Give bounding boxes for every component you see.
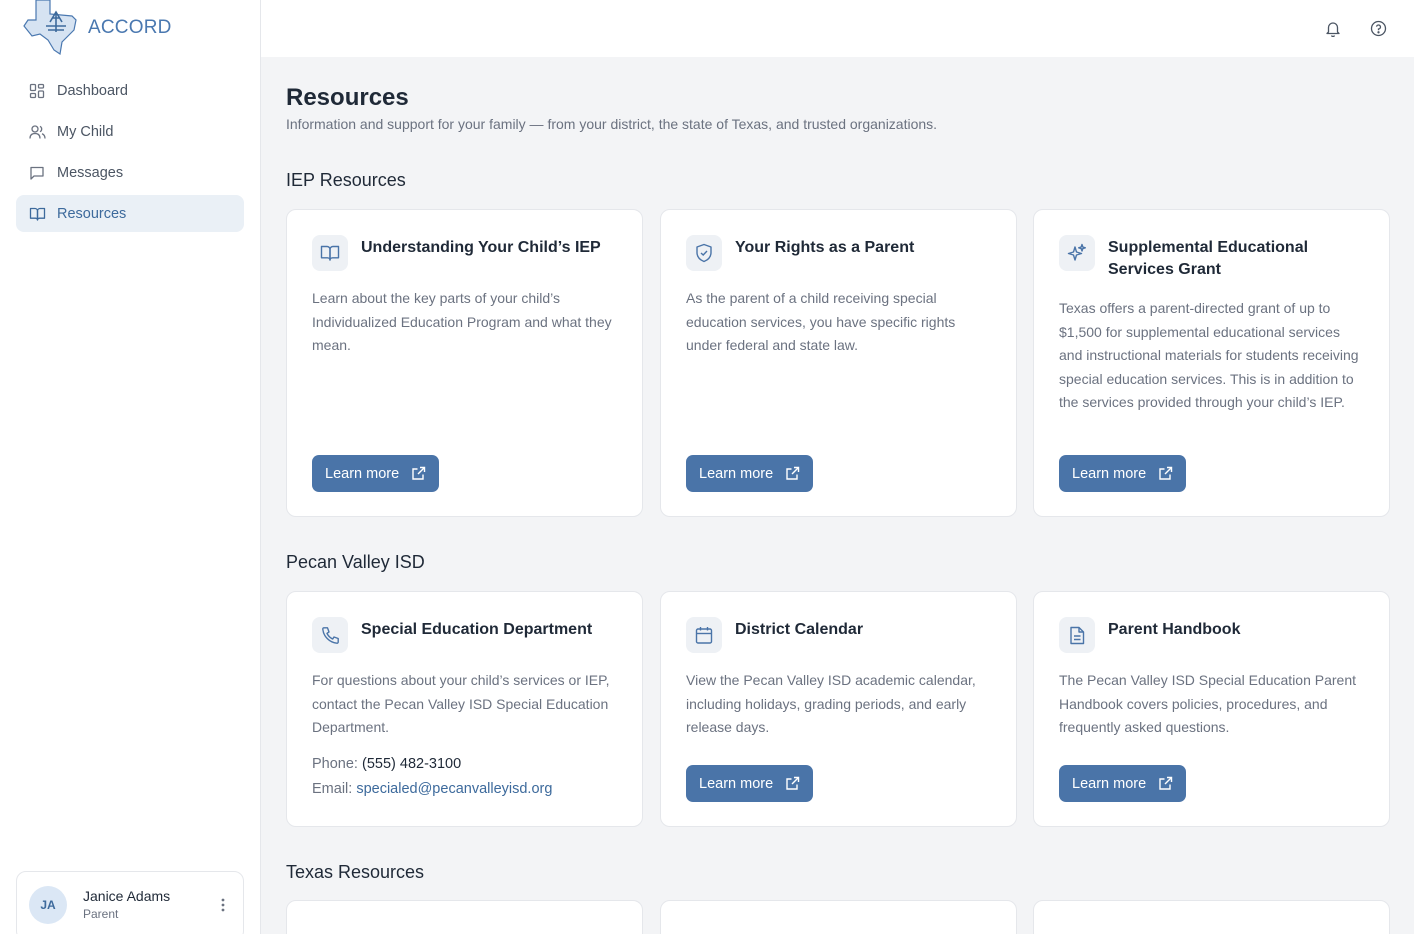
card-title: Your Rights as a Parent [735, 239, 915, 256]
external-link-icon [411, 466, 426, 481]
resource-card [660, 900, 1017, 934]
card-title: Understanding Your Child’s IEP [361, 239, 601, 256]
email-link[interactable]: specialed@pecanvalleyisd.org [356, 781, 552, 797]
card-title: Special Education Department [361, 621, 593, 638]
learn-more-button[interactable]: Learn more [1059, 765, 1187, 802]
card-title: District Calendar [735, 621, 864, 638]
resource-card [1033, 900, 1390, 934]
sidebar-item-dashboard[interactable]: Dashboard [16, 72, 244, 109]
page-title: Resources [286, 84, 409, 111]
card-header: Your Rights as a Parent [686, 235, 996, 271]
sidebar: ACCORD Dashboard My Child Messages Resou… [0, 0, 261, 934]
card-description: Texas offers a parent-directed grant of … [1059, 300, 1359, 410]
card-header: Parent Handbook [1059, 617, 1369, 653]
texas-logo-icon [22, 0, 82, 56]
sparkles-icon [1059, 235, 1095, 271]
book-open-icon [312, 235, 348, 271]
user-role: Parent [83, 907, 119, 921]
sidebar-nav: Dashboard My Child Messages Resources [16, 72, 244, 236]
user-name: Janice Adams [83, 888, 171, 904]
bell-icon[interactable] [1323, 18, 1343, 38]
card-title: Supplemental Educational Services Grant [1108, 239, 1309, 278]
book-open-icon [28, 205, 46, 223]
learn-more-button[interactable]: Learn more [686, 765, 814, 802]
phone-icon [312, 617, 348, 653]
phone-line: Phone: (555) 482-3100 [312, 756, 461, 772]
avatar: JA [29, 886, 67, 924]
dashboard-icon [28, 82, 46, 100]
section-title-texas: Texas Resources [286, 862, 425, 882]
button-label: Learn more [1072, 465, 1147, 482]
sidebar-item-label: Messages [57, 164, 124, 181]
card-description: Learn about the key parts of your child’… [312, 290, 612, 353]
card-description: The Pecan Valley ISD Special Education P… [1059, 672, 1357, 735]
button-label: Learn more [699, 465, 774, 482]
section-title-iep: IEP Resources [286, 170, 406, 190]
card-description: For questions about your child’s service… [312, 672, 610, 735]
app-logo[interactable]: ACCORD [22, 0, 172, 56]
external-link-icon [785, 466, 800, 481]
section-title-district: Pecan Valley ISD [286, 552, 425, 572]
user-info: Janice Adams Parent [83, 888, 170, 926]
button-label: Learn more [1072, 775, 1147, 792]
external-link-icon [1158, 776, 1173, 791]
card-header: Supplemental Educational Services Grant [1059, 235, 1369, 281]
button-label: Learn more [325, 465, 400, 482]
email-line: Email: specialed@pecanvalleyisd.org [312, 781, 552, 797]
learn-more-button[interactable]: Learn more [1059, 455, 1187, 492]
app-name: ACCORD [88, 17, 172, 38]
sidebar-item-label: Dashboard [57, 82, 128, 99]
learn-more-button[interactable]: Learn more [686, 455, 814, 492]
resource-card: District Calendar View the Pecan Valley … [660, 591, 1017, 827]
user-card[interactable]: JA Janice Adams Parent [16, 871, 244, 934]
sidebar-item-my-child[interactable]: My Child [16, 113, 244, 150]
message-icon [28, 164, 46, 182]
external-link-icon [1158, 466, 1173, 481]
resource-card: Parent Handbook The Pecan Valley ISD Spe… [1033, 591, 1390, 827]
phone-number[interactable]: (555) 482-3100 [362, 756, 461, 772]
resource-card [286, 900, 643, 934]
sidebar-item-label: My Child [57, 123, 114, 140]
calendar-icon [686, 617, 722, 653]
resource-card: Your Rights as a Parent As the parent of… [660, 209, 1017, 517]
users-icon [28, 123, 46, 141]
phone-label: Phone: [312, 756, 358, 772]
external-link-icon [785, 776, 800, 791]
button-label: Learn more [699, 775, 774, 792]
resource-card: Understanding Your Child’s IEP Learn abo… [286, 209, 643, 517]
file-text-icon [1059, 617, 1095, 653]
card-description: As the parent of a child receiving speci… [686, 290, 956, 353]
sidebar-item-messages[interactable]: Messages [16, 154, 244, 191]
card-description: View the Pecan Valley ISD academic calen… [686, 672, 976, 735]
page-subtitle: Information and support for your family … [286, 116, 938, 132]
card-header: Understanding Your Child’s IEP [312, 235, 622, 271]
card-title: Parent Handbook [1108, 621, 1241, 638]
shield-check-icon [686, 235, 722, 271]
help-circle-icon[interactable] [1368, 18, 1388, 38]
contact-card: Special Education Department For questio… [286, 591, 643, 827]
resource-card: Supplemental Educational Services Grant … [1033, 209, 1390, 517]
sidebar-item-label: Resources [57, 205, 127, 222]
learn-more-button[interactable]: Learn more [312, 455, 440, 492]
card-header: District Calendar [686, 617, 996, 653]
more-vertical-icon[interactable] [217, 896, 229, 914]
topbar [261, 0, 1414, 57]
email-label: Email: [312, 781, 353, 797]
sidebar-item-resources[interactable]: Resources [16, 195, 244, 232]
card-header: Special Education Department [312, 617, 622, 653]
